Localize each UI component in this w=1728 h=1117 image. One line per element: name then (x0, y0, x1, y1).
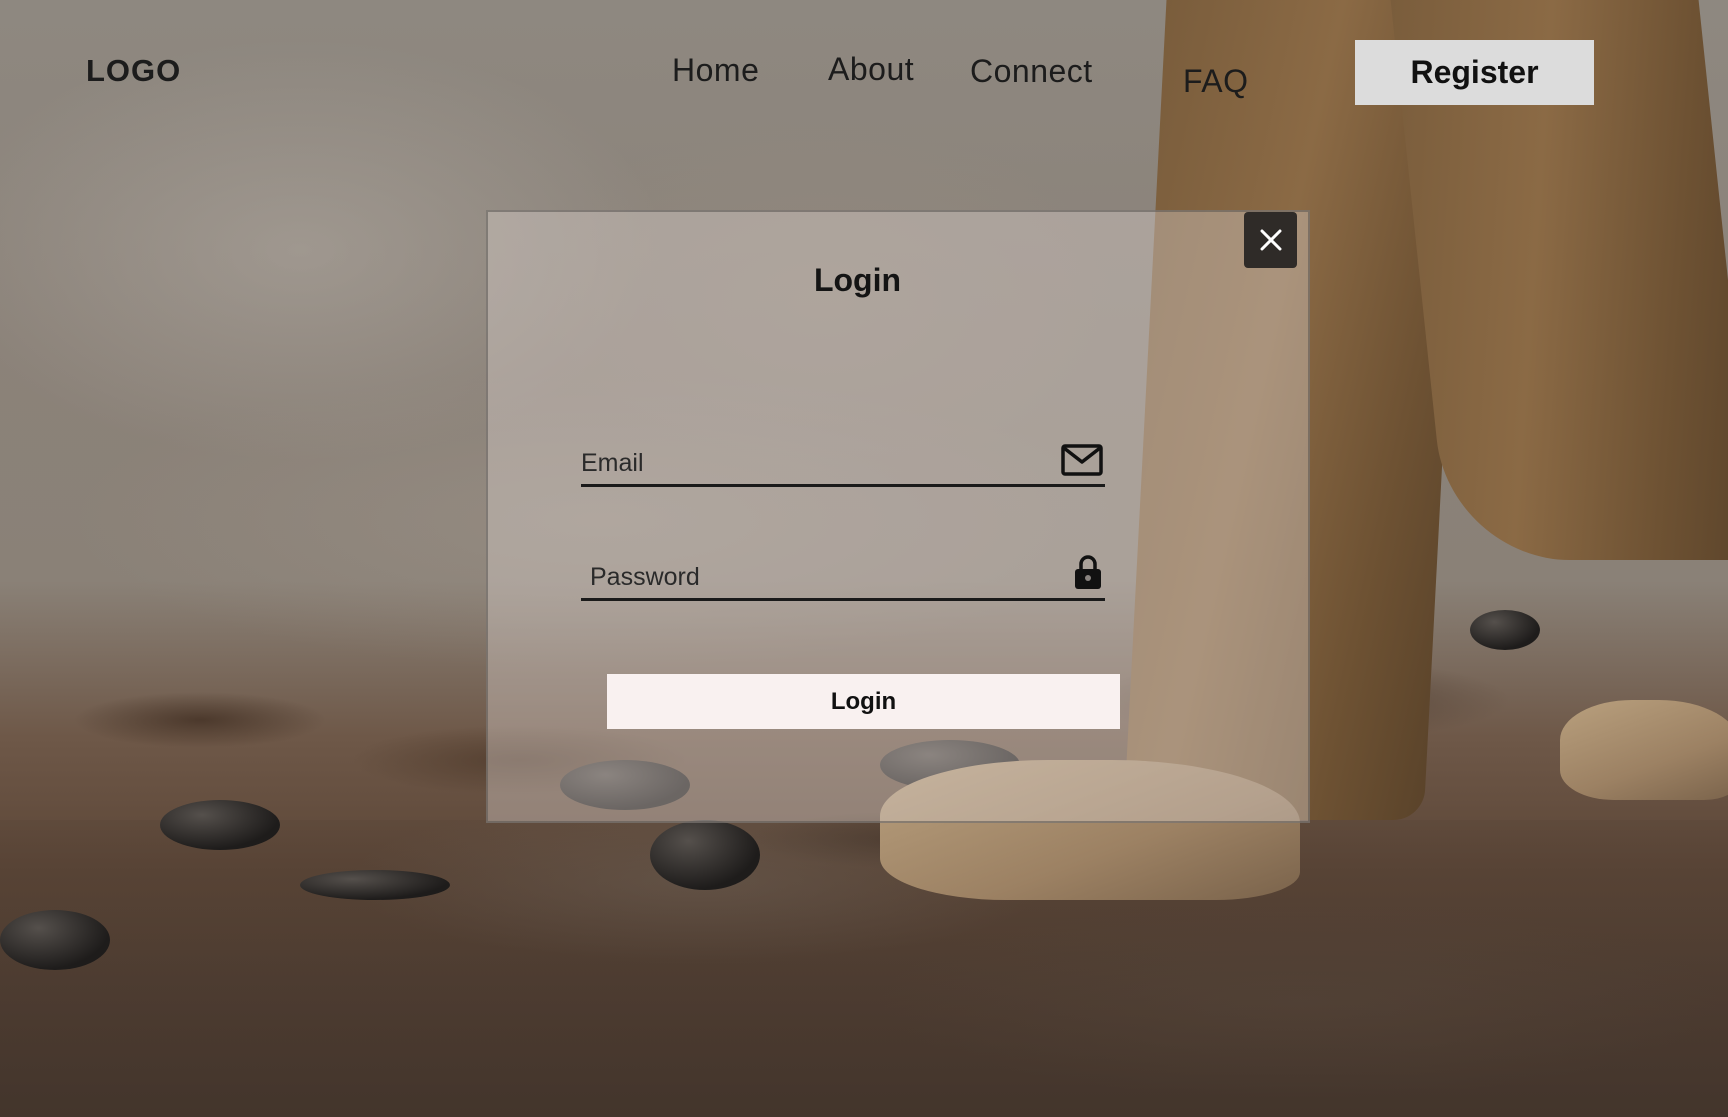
login-submit-button[interactable]: Login (607, 674, 1120, 729)
email-input[interactable] (581, 449, 1045, 478)
close-icon (1260, 229, 1281, 251)
close-modal-button[interactable] (1244, 212, 1297, 268)
background-stone (1470, 610, 1540, 650)
password-field (581, 547, 1105, 601)
background-boot (1560, 700, 1728, 800)
email-field (581, 433, 1105, 487)
background-water (0, 820, 1728, 1117)
password-input[interactable] (590, 563, 1045, 592)
nav-about-link[interactable]: About (828, 51, 914, 88)
nav-faq-link[interactable]: FAQ (1183, 63, 1249, 100)
mail-icon (1061, 444, 1103, 476)
background-stone (650, 820, 760, 890)
nav-home-link[interactable]: Home (672, 52, 759, 89)
background-stone (0, 910, 110, 970)
logo[interactable]: LOGO (86, 53, 181, 89)
background-stone (160, 800, 280, 850)
lock-icon (1075, 555, 1101, 589)
background-stone (300, 870, 450, 900)
modal-title: Login (813, 262, 902, 298)
nav-connect-link[interactable]: Connect (970, 53, 1093, 90)
register-button[interactable]: Register (1355, 40, 1594, 105)
login-modal (486, 210, 1310, 823)
